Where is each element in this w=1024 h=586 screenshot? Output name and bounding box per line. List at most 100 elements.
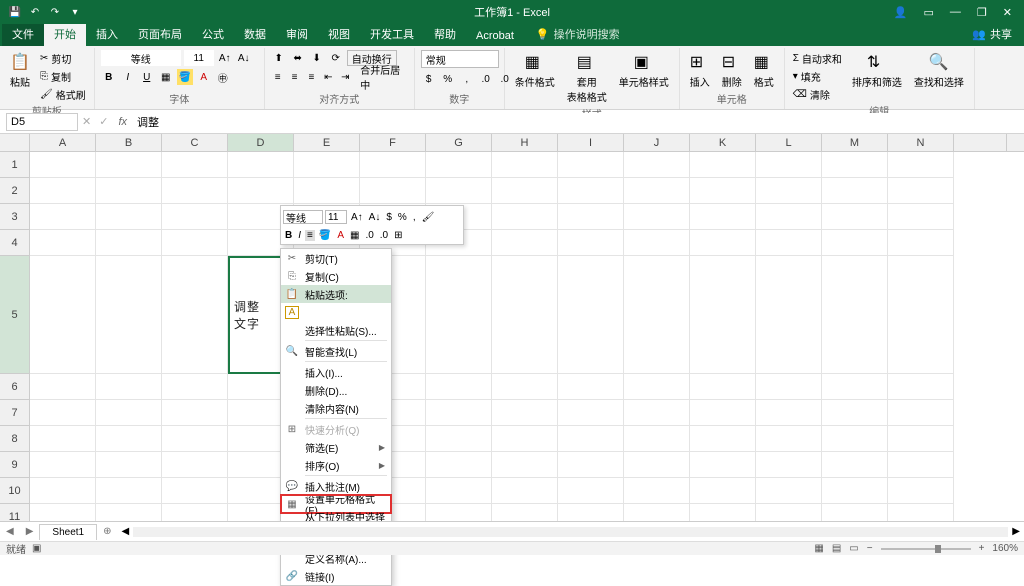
row-header[interactable]: 7 bbox=[0, 400, 30, 426]
cell[interactable] bbox=[162, 256, 228, 374]
cell[interactable] bbox=[624, 256, 690, 374]
cell[interactable] bbox=[492, 478, 558, 504]
cell[interactable] bbox=[756, 178, 822, 204]
col-header[interactable]: L bbox=[756, 134, 822, 151]
cell[interactable] bbox=[558, 204, 624, 230]
align-middle-icon[interactable]: ⬌ bbox=[290, 50, 306, 66]
add-sheet-button[interactable]: ⊕ bbox=[97, 526, 117, 537]
cell[interactable] bbox=[690, 400, 756, 426]
cell[interactable] bbox=[822, 478, 888, 504]
comma-icon[interactable]: , bbox=[459, 71, 475, 87]
mini-align-icon[interactable]: ≡ bbox=[305, 230, 315, 241]
cell[interactable] bbox=[822, 256, 888, 374]
cell[interactable] bbox=[558, 426, 624, 452]
cm-sort[interactable]: 排序(O)▶ bbox=[281, 456, 391, 474]
cm-cut[interactable]: ✂剪切(T) bbox=[281, 249, 391, 267]
cell[interactable] bbox=[96, 152, 162, 178]
cell[interactable] bbox=[822, 178, 888, 204]
cell[interactable] bbox=[822, 152, 888, 178]
format-painter-button[interactable]: 🖌格式刷 bbox=[38, 86, 88, 103]
vscroll-up[interactable] bbox=[1006, 134, 1024, 151]
mini-font-color-icon[interactable]: A bbox=[335, 230, 346, 241]
align-center-icon[interactable]: ≡ bbox=[288, 69, 302, 85]
tab-data[interactable]: 数据 bbox=[234, 22, 276, 46]
cell[interactable] bbox=[30, 478, 96, 504]
col-header[interactable]: I bbox=[558, 134, 624, 151]
cell[interactable] bbox=[888, 374, 954, 400]
view-layout-icon[interactable]: ▤ bbox=[832, 543, 841, 554]
cell[interactable] bbox=[690, 204, 756, 230]
macro-record-icon[interactable]: ▣ bbox=[32, 543, 41, 554]
cell[interactable] bbox=[558, 452, 624, 478]
cut-button[interactable]: ✂剪切 bbox=[38, 50, 88, 67]
cell[interactable] bbox=[426, 426, 492, 452]
cm-paste-special[interactable]: 选择性粘贴(S)... bbox=[281, 321, 391, 339]
hscroll-right[interactable]: ▶ bbox=[1012, 526, 1020, 537]
hscroll-left[interactable]: ◀ bbox=[122, 526, 130, 537]
cell-styles-button[interactable]: ▣单元格样式 bbox=[615, 50, 673, 91]
save-icon[interactable]: 💾 bbox=[8, 5, 22, 19]
row-header[interactable]: 8 bbox=[0, 426, 30, 452]
mini-increase-font-icon[interactable]: A↑ bbox=[349, 212, 365, 223]
cell[interactable] bbox=[822, 426, 888, 452]
cell[interactable] bbox=[756, 230, 822, 256]
maximize-button[interactable]: ❐ bbox=[977, 6, 987, 19]
cell[interactable] bbox=[30, 400, 96, 426]
col-header[interactable]: A bbox=[30, 134, 96, 151]
cell[interactable] bbox=[492, 426, 558, 452]
cell[interactable] bbox=[624, 374, 690, 400]
cell[interactable] bbox=[30, 256, 96, 374]
mini-decimal-dec-icon[interactable]: .0 bbox=[378, 230, 390, 241]
cm-paste-icon-option[interactable]: A bbox=[281, 303, 391, 321]
cell[interactable] bbox=[162, 452, 228, 478]
mini-bold-icon[interactable]: B bbox=[283, 230, 294, 241]
cell[interactable] bbox=[426, 452, 492, 478]
share-button[interactable]: 👥 共享 bbox=[960, 22, 1024, 46]
cell[interactable] bbox=[426, 478, 492, 504]
cell[interactable] bbox=[162, 478, 228, 504]
cell[interactable] bbox=[558, 374, 624, 400]
cell[interactable] bbox=[228, 178, 294, 204]
italic-icon[interactable]: I bbox=[120, 69, 136, 85]
zoom-slider[interactable] bbox=[881, 548, 971, 550]
mini-comma-icon[interactable]: , bbox=[411, 212, 418, 223]
mini-decimal-inc-icon[interactable]: .0 bbox=[363, 230, 375, 241]
col-header[interactable]: E bbox=[294, 134, 360, 151]
cell[interactable] bbox=[822, 452, 888, 478]
cm-filter[interactable]: 筛选(E)▶ bbox=[281, 438, 391, 456]
cell[interactable] bbox=[30, 426, 96, 452]
cell[interactable] bbox=[558, 400, 624, 426]
clear-button[interactable]: ⌫清除 bbox=[791, 86, 844, 103]
mini-fill-color-icon[interactable]: 🪣 bbox=[317, 230, 333, 241]
cell[interactable] bbox=[690, 178, 756, 204]
cell[interactable] bbox=[558, 256, 624, 374]
tab-insert[interactable]: 插入 bbox=[86, 22, 128, 46]
cell[interactable] bbox=[30, 452, 96, 478]
cell[interactable] bbox=[822, 400, 888, 426]
mini-font-name[interactable]: 等线 bbox=[283, 210, 323, 224]
col-header[interactable]: F bbox=[360, 134, 426, 151]
cell[interactable] bbox=[426, 152, 492, 178]
user-account-icon[interactable]: 👤 bbox=[894, 6, 908, 19]
cell[interactable] bbox=[624, 152, 690, 178]
col-header[interactable]: B bbox=[96, 134, 162, 151]
cell[interactable] bbox=[756, 400, 822, 426]
cell[interactable] bbox=[492, 256, 558, 374]
currency-icon[interactable]: $ bbox=[421, 71, 437, 87]
percent-icon[interactable]: % bbox=[440, 71, 456, 87]
sheet-tab-1[interactable]: Sheet1 bbox=[39, 524, 97, 540]
mini-italic-icon[interactable]: I bbox=[296, 230, 303, 241]
cell[interactable] bbox=[426, 400, 492, 426]
close-button[interactable]: ✕ bbox=[1003, 6, 1012, 19]
tab-acrobat[interactable]: Acrobat bbox=[466, 26, 524, 46]
cell[interactable] bbox=[888, 478, 954, 504]
align-top-icon[interactable]: ⬆ bbox=[271, 50, 287, 66]
cell[interactable] bbox=[96, 478, 162, 504]
cell[interactable] bbox=[690, 256, 756, 374]
increase-decimal-icon[interactable]: .0 bbox=[478, 71, 494, 87]
delete-cells-button[interactable]: ⊟删除 bbox=[718, 50, 746, 91]
cell[interactable] bbox=[162, 400, 228, 426]
mini-currency-icon[interactable]: $ bbox=[384, 212, 394, 223]
cancel-formula-icon[interactable]: ✕ bbox=[78, 115, 95, 128]
col-header[interactable]: J bbox=[624, 134, 690, 151]
